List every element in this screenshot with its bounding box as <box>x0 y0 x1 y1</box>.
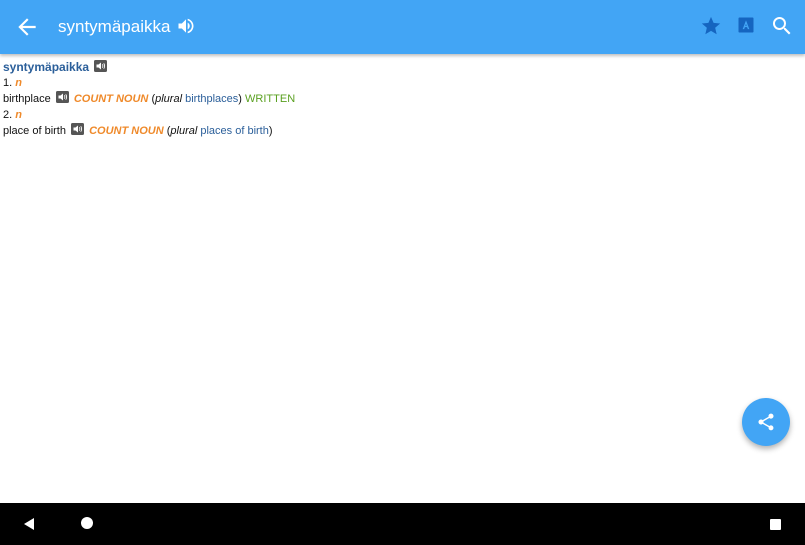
sense-header: 1. n <box>3 75 798 91</box>
sense-number: 2. <box>3 109 13 121</box>
speaker-icon[interactable] <box>71 123 85 135</box>
headword: syntymäpaikka <box>3 60 90 74</box>
speaker-icon[interactable] <box>176 16 196 36</box>
plural-label: plural <box>155 93 183 105</box>
plural-form-link[interactable]: birthplaces <box>185 93 238 105</box>
speaker-icon[interactable] <box>55 91 69 103</box>
font-icon[interactable] <box>736 15 756 35</box>
sense-header: 2. n <box>3 107 798 123</box>
translation: place of birth <box>3 125 66 137</box>
part-of-speech: n <box>15 109 22 121</box>
part-of-speech: n <box>15 77 22 89</box>
star-icon[interactable] <box>700 15 722 37</box>
back-arrow-icon[interactable] <box>14 14 40 40</box>
sense-translation-line: birthplace COUNT NOUN (plural birthplace… <box>3 91 798 107</box>
sense-number: 1. <box>3 77 13 89</box>
plural-form-link[interactable]: places of birth <box>200 125 268 137</box>
register-label: WRITTEN <box>245 93 296 105</box>
nav-recents-icon[interactable] <box>770 519 781 530</box>
share-button[interactable] <box>742 398 790 446</box>
sense-translation-line: place of birth COUNT NOUN (plural places… <box>3 123 798 139</box>
app-bar: syntymäpaikka <box>0 0 805 54</box>
app-bar-title: syntymäpaikka <box>58 17 171 36</box>
dictionary-entry: syntymäpaikka 1. n birthplace COUNT NOUN… <box>3 59 798 139</box>
nav-back-icon[interactable] <box>22 517 36 531</box>
grammar-category: COUNT NOUN <box>73 93 149 105</box>
headword-line: syntymäpaikka <box>3 59 798 75</box>
paren-close: ) <box>268 125 273 137</box>
search-icon[interactable] <box>770 14 794 38</box>
system-nav-bar <box>0 503 805 545</box>
grammar-category: COUNT NOUN <box>89 125 164 137</box>
paren-close: ) <box>238 93 242 105</box>
plural-label: plural <box>170 125 198 137</box>
translation: birthplace <box>3 93 51 105</box>
speaker-icon[interactable] <box>94 60 108 72</box>
nav-home-icon[interactable] <box>81 517 93 529</box>
share-icon <box>758 413 774 431</box>
